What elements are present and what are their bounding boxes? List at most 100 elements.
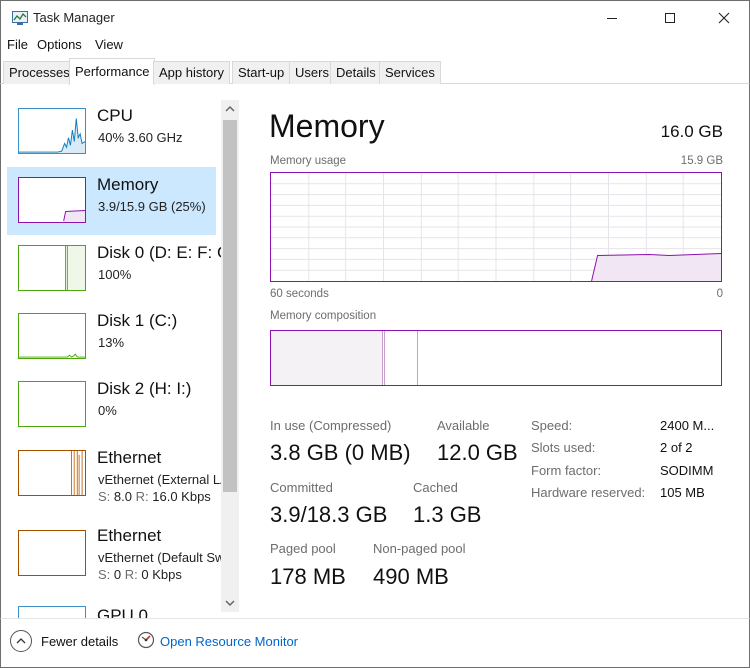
tab-performance[interactable]: Performance xyxy=(69,58,156,85)
minimize-button[interactable] xyxy=(589,1,635,34)
menu-view[interactable]: View xyxy=(95,37,123,52)
paged-pool-value: 178 MB xyxy=(270,564,346,589)
resource-monitor-icon xyxy=(137,631,155,649)
performance-panel: CPU 40% 3.60 GHz Memory 3.9/15.9 GB (25%… xyxy=(0,84,750,618)
memory-composition-bar xyxy=(270,330,722,386)
non-paged-pool-value: 490 MB xyxy=(373,564,449,589)
disk-1-sparkline xyxy=(19,353,85,358)
sidebar-item-detail: 3.9/15.9 GB (25%) xyxy=(98,199,206,214)
speed-value: 2400 M... xyxy=(660,418,715,433)
title-bar: Task Manager xyxy=(0,0,750,34)
disk-0-thumbnail-graph xyxy=(18,245,86,291)
sidebar-item-cpu[interactable]: CPU 40% 3.60 GHz xyxy=(7,98,216,166)
scroll-down-button[interactable] xyxy=(221,594,239,612)
task-manager-icon xyxy=(12,11,28,25)
in-use-label: In use (Compressed) xyxy=(270,418,392,433)
memory-usage-chart xyxy=(271,173,721,281)
tab-users[interactable]: Users xyxy=(289,61,335,84)
memory-usage-max: 15.9 GB xyxy=(680,155,723,167)
composition-in-use[interactable] xyxy=(271,331,383,385)
disk-1-thumbnail-graph xyxy=(18,313,86,359)
memory-total: 16.0 GB xyxy=(660,122,723,141)
sidebar-item-label: Ethernet xyxy=(97,526,162,545)
ethernet-default-thumbnail-graph xyxy=(18,530,86,576)
chevron-up-icon xyxy=(225,106,235,112)
open-resource-monitor-link[interactable]: Open Resource Monitor xyxy=(160,634,298,649)
non-paged-pool-label: Non-paged pool xyxy=(373,541,466,556)
sidebar-item-label: Disk 2 (H: I:) xyxy=(97,379,192,398)
disk-0-sparkline xyxy=(65,246,85,290)
sidebar-item-label: GPU 0 xyxy=(97,606,149,618)
slots-used-value: 2 of 2 xyxy=(660,440,693,455)
hardware-reserved-value: 105 MB xyxy=(660,485,705,500)
sidebar-item-detail: 13% xyxy=(98,335,125,350)
tab-start-up[interactable]: Start-up xyxy=(232,61,291,84)
tab-services[interactable]: Services xyxy=(379,61,441,84)
sidebar-item-detail: vEthernet (Default Sw xyxy=(98,550,221,565)
sidebar-item-detail: vEthernet (External LA xyxy=(98,472,221,487)
footer-bar: Fewer details Open Resource Monitor xyxy=(0,618,750,668)
committed-label: Committed xyxy=(270,480,333,495)
composition-standby[interactable] xyxy=(385,331,418,385)
memory-thumbnail-graph xyxy=(18,177,86,223)
graph-axis-right: 0 xyxy=(716,288,723,300)
minimize-icon xyxy=(607,17,617,19)
sidebar-item-throughput: S: 8.0 R: 16.0 Kbps xyxy=(98,489,211,504)
form-factor-value: SODIMM xyxy=(660,463,714,478)
cpu-sparkline xyxy=(19,118,85,153)
available-value: 12.0 GB xyxy=(437,440,518,465)
memory-sparkline xyxy=(63,210,85,222)
sidebar-item-ethernet-default[interactable]: Ethernet vEthernet (Default Sw S: 0 R: 0… xyxy=(7,518,221,586)
chevron-up-icon xyxy=(16,638,26,644)
hardware-reserved-label: Hardware reserved: xyxy=(531,485,646,500)
sidebar-item-label: CPU xyxy=(97,106,133,125)
page-title: Memory xyxy=(269,108,385,144)
ethernet-external-sparkline xyxy=(71,451,83,495)
form-factor-label: Form factor: xyxy=(531,463,602,478)
sidebar-item-label: Disk 0 (D: E: F: G xyxy=(97,243,221,262)
memory-usage-graph xyxy=(270,172,722,282)
scroll-up-button[interactable] xyxy=(221,100,239,118)
fewer-details-link[interactable]: Fewer details xyxy=(41,634,118,649)
committed-value: 3.9/18.3 GB xyxy=(270,502,388,527)
window-title: Task Manager xyxy=(33,10,115,25)
menu-bar: File Options View xyxy=(0,34,750,56)
sidebar-item-label: Ethernet xyxy=(97,448,162,467)
maximize-button[interactable] xyxy=(647,1,693,34)
cached-value: 1.3 GB xyxy=(413,502,482,527)
available-label: Available xyxy=(437,418,490,433)
tab-app-history[interactable]: App history xyxy=(153,61,231,84)
graph-axis-left: 60 seconds xyxy=(270,288,329,300)
sidebar-item-label: Disk 1 (C:) xyxy=(97,311,178,330)
tab-bar: Processes Performance App history Start-… xyxy=(0,56,750,85)
fewer-details-button[interactable] xyxy=(10,630,32,652)
ethernet-external-thumbnail-graph xyxy=(18,450,86,496)
scrollbar-thumb[interactable] xyxy=(223,120,237,492)
sidebar-item-ethernet-external[interactable]: Ethernet vEthernet (External LA S: 8.0 R… xyxy=(7,440,221,508)
sidebar-item-disk-0[interactable]: Disk 0 (D: E: F: G 100% xyxy=(7,235,221,303)
gpu-0-thumbnail-graph xyxy=(18,606,86,618)
sidebar-item-memory[interactable]: Memory 3.9/15.9 GB (25%) xyxy=(7,167,216,235)
sidebar-item-label: Memory xyxy=(97,175,159,194)
sidebar-item-gpu-0[interactable]: GPU 0 xyxy=(7,596,216,618)
in-use-value: 3.8 GB (0 MB) xyxy=(270,440,411,465)
sidebar-item-disk-1[interactable]: Disk 1 (C:) 13% xyxy=(7,303,216,371)
tab-processes[interactable]: Processes xyxy=(3,61,76,84)
paged-pool-label: Paged pool xyxy=(270,541,336,556)
sidebar-item-detail: 0% xyxy=(98,403,117,418)
maximize-icon xyxy=(665,12,675,23)
menu-file[interactable]: File xyxy=(7,37,28,52)
memory-detail-panel: Memory 16.0 GB Memory usage 15.9 GB 60 s… xyxy=(241,84,749,618)
memory-usage-label: Memory usage xyxy=(270,155,347,167)
speed-label: Speed: xyxy=(531,418,573,433)
disk-2-thumbnail-graph xyxy=(18,381,86,427)
menu-options[interactable]: Options xyxy=(37,37,82,52)
sidebar-item-detail: 100% xyxy=(98,267,132,282)
sidebar-item-disk-2[interactable]: Disk 2 (H: I:) 0% xyxy=(7,371,216,439)
cached-label: Cached xyxy=(413,480,458,495)
chevron-down-icon xyxy=(225,600,235,606)
resource-sidebar: CPU 40% 3.60 GHz Memory 3.9/15.9 GB (25%… xyxy=(1,84,221,618)
close-icon xyxy=(718,12,730,23)
tab-details[interactable]: Details xyxy=(330,61,382,84)
close-button[interactable] xyxy=(701,1,747,34)
